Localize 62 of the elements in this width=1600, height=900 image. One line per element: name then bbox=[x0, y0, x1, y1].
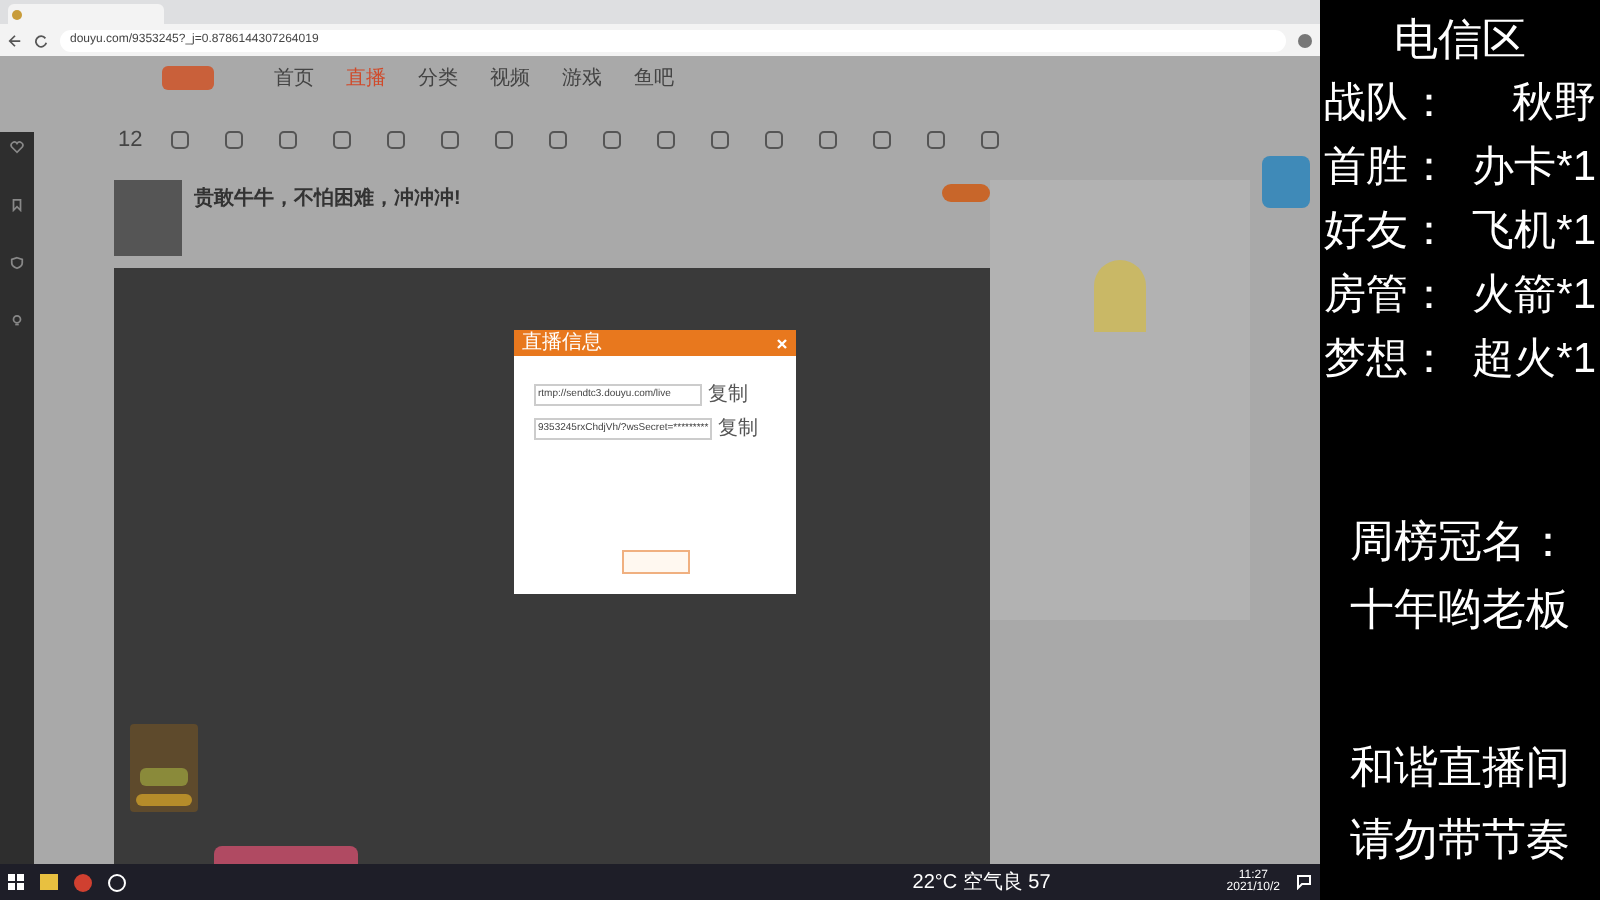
nav-link[interactable]: 鱼吧 bbox=[634, 63, 674, 93]
sponsor-name: 十年哟老板 bbox=[1348, 582, 1572, 638]
overlay-value: 火箭*1 bbox=[1472, 270, 1596, 322]
feature-icon[interactable] bbox=[926, 130, 947, 150]
stream-title: 贵敢牛牛，不怕困难，冲冲冲! bbox=[194, 185, 461, 214]
back-icon[interactable] bbox=[8, 33, 22, 47]
feature-icon[interactable] bbox=[980, 130, 1001, 150]
gift-card[interactable] bbox=[130, 724, 198, 812]
copy-link[interactable]: 复制 bbox=[708, 385, 748, 405]
avatar-placeholder bbox=[114, 180, 182, 256]
feature-icon[interactable] bbox=[710, 130, 731, 150]
close-icon[interactable] bbox=[776, 337, 788, 349]
feature-icon[interactable] bbox=[602, 130, 623, 150]
region-text: 电信区 bbox=[1392, 12, 1528, 68]
feature-icon[interactable] bbox=[386, 130, 407, 150]
overlay-label: 战队： bbox=[1324, 78, 1450, 130]
start-icon[interactable] bbox=[8, 874, 24, 890]
nav-link[interactable]: 游戏 bbox=[562, 63, 602, 93]
favicon-icon bbox=[12, 9, 22, 19]
overlay-label: 房管： bbox=[1324, 270, 1450, 322]
feature-icon[interactable] bbox=[440, 130, 461, 150]
follow-button[interactable] bbox=[942, 184, 990, 202]
overlay-label: 好友： bbox=[1324, 206, 1450, 258]
overlay-value: 办卡*1 bbox=[1472, 142, 1596, 194]
count-text: 12 bbox=[118, 125, 143, 156]
reload-icon[interactable] bbox=[34, 33, 48, 47]
notice-text: 和谐直播间 bbox=[1348, 740, 1572, 796]
feature-icon[interactable] bbox=[494, 130, 515, 150]
feature-icon[interactable] bbox=[332, 130, 353, 150]
toast-notice bbox=[214, 846, 358, 864]
copy-link[interactable]: 复制 bbox=[718, 419, 759, 439]
overlay-value: 秋野 bbox=[1512, 78, 1596, 130]
feature-icon[interactable] bbox=[764, 130, 785, 150]
notification-icon[interactable] bbox=[1296, 874, 1312, 890]
nav-link[interactable]: 分类 bbox=[418, 63, 458, 93]
overlay-label: 梦想： bbox=[1324, 334, 1450, 386]
feature-icon[interactable] bbox=[224, 130, 245, 150]
overlay-value: 超火*1 bbox=[1472, 334, 1596, 386]
dialog-button[interactable] bbox=[621, 550, 689, 574]
feature-icon[interactable] bbox=[548, 130, 569, 150]
feature-icon[interactable] bbox=[170, 130, 191, 150]
nav-link[interactable]: 视频 bbox=[490, 63, 530, 93]
app-icon[interactable] bbox=[108, 873, 126, 891]
weather-text: 22°C 空气良 57 bbox=[912, 869, 1051, 897]
bulb-icon[interactable] bbox=[10, 314, 24, 328]
dialog-title: 直播信息 bbox=[522, 333, 602, 353]
feature-icon[interactable] bbox=[818, 130, 839, 150]
feature-icon[interactable] bbox=[278, 130, 299, 150]
notice-text: 请勿带节奏 bbox=[1348, 812, 1572, 868]
browser-tab[interactable] bbox=[8, 4, 164, 24]
feature-icon[interactable] bbox=[872, 130, 893, 150]
bookmark-icon[interactable] bbox=[10, 198, 24, 212]
heart-icon[interactable] bbox=[10, 140, 24, 154]
claim-button[interactable] bbox=[136, 794, 192, 806]
sponsor-label: 周榜冠名： bbox=[1348, 514, 1572, 570]
overlay-value: 飞机*1 bbox=[1472, 206, 1596, 258]
profile-icon[interactable] bbox=[1298, 33, 1312, 47]
nav-link[interactable]: 首页 bbox=[274, 63, 314, 93]
shield-icon[interactable] bbox=[10, 256, 24, 270]
browser-icon[interactable] bbox=[74, 873, 92, 891]
overlay-label: 首胜： bbox=[1324, 142, 1450, 194]
feature-icon[interactable] bbox=[656, 130, 677, 150]
